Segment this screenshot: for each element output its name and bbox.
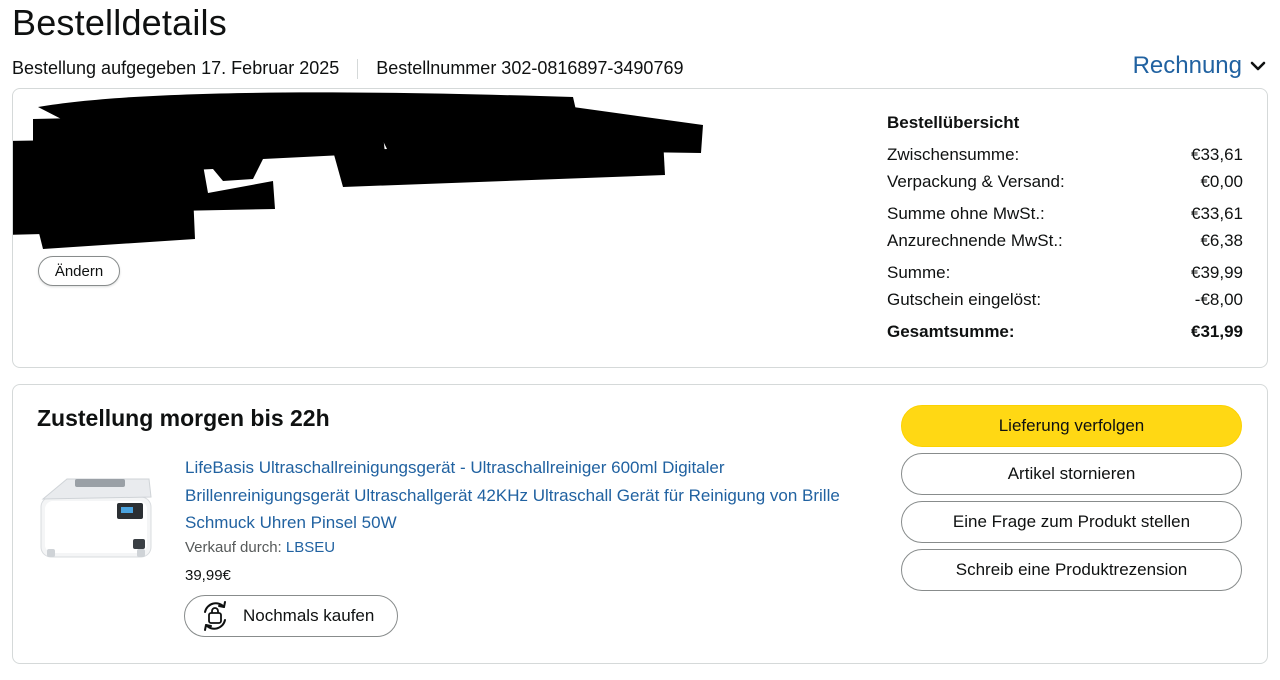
product-price: 39,99€ (185, 567, 231, 584)
summary-value: €6,38 (1200, 231, 1243, 250)
write-review-button[interactable]: Schreib eine Produktrezension (901, 549, 1242, 591)
buy-again-label: Nochmals kaufen (243, 606, 375, 625)
summary-value: €33,61 (1191, 204, 1243, 223)
summary-label: Gutschein eingelöst: (887, 290, 1042, 309)
buy-again-button[interactable]: Nochmals kaufen (184, 595, 398, 637)
summary-label: Summe ohne MwSt.: (887, 204, 1045, 223)
summary-label: Zwischensumme: (887, 145, 1020, 164)
order-number: Bestellnummer 302-0816897-3490769 (376, 58, 684, 78)
summary-row-vat: Anzurechnende MwSt.: €6,38 (887, 227, 1243, 254)
summary-row-grand-total: Gesamtsumme: €31,99 (887, 318, 1243, 345)
shipment-card: Zustellung morgen bis 22h LifeBasis Ultr… (12, 384, 1268, 664)
summary-row-net: Summe ohne MwSt.: €33,61 (887, 200, 1243, 227)
summary-label: Summe: (887, 263, 951, 282)
summary-row-sum: Summe: €39,99 (887, 259, 1243, 286)
seller-link[interactable]: LBSEU (286, 539, 335, 556)
summary-value: €33,61 (1191, 145, 1243, 164)
summary-value: €39,99 (1191, 263, 1243, 282)
summary-row-shipping: Verpackung & Versand: €0,00 (887, 168, 1243, 195)
summary-value: -€8,00 (1194, 290, 1243, 309)
summary-value: €0,00 (1200, 172, 1243, 191)
seller-prefix: Verkauf durch: (185, 539, 286, 556)
chevron-down-icon (1250, 61, 1266, 71)
change-address-button[interactable]: Ändern (38, 256, 120, 286)
summary-value: €31,99 (1191, 322, 1243, 341)
invoice-label: Rechnung (1132, 52, 1242, 79)
summary-label: Verpackung & Versand: (887, 172, 1065, 191)
product-image[interactable] (37, 471, 155, 561)
page-title: Bestelldetails (12, 2, 227, 43)
ask-question-button[interactable]: Eine Frage zum Produkt stellen (901, 501, 1242, 543)
summary-row-subtotal: Zwischensumme: €33,61 (887, 141, 1243, 168)
invoice-dropdown[interactable]: Rechnung (1133, 52, 1266, 80)
order-date: Bestellung aufgegeben 17. Februar 2025 (12, 58, 340, 78)
buy-again-icon (197, 598, 233, 634)
order-info-card: Ändern Bestellübersicht Zwischensumme: €… (12, 88, 1268, 368)
delivery-status: Zustellung morgen bis 22h (37, 405, 330, 431)
summary-label: Anzurechnende MwSt.: (887, 231, 1063, 250)
order-summary: Bestellübersicht Zwischensumme: €33,61 V… (887, 111, 1243, 345)
summary-title: Bestellübersicht (887, 113, 1020, 132)
seller-info: Verkauf durch: LBSEU (185, 539, 335, 556)
order-meta: Bestellung aufgegeben 17. Februar 2025 B… (12, 58, 683, 79)
product-title-link[interactable]: LifeBasis Ultraschallreinigungsgerät - U… (185, 454, 875, 537)
redaction-scribble (13, 92, 703, 249)
summary-label: Gesamtsumme: (887, 322, 1015, 341)
summary-row-coupon: Gutschein eingelöst: -€8,00 (887, 286, 1243, 313)
track-delivery-button[interactable]: Lieferung verfolgen (901, 405, 1242, 447)
cancel-item-button[interactable]: Artikel stornieren (901, 453, 1242, 495)
meta-divider (357, 58, 359, 79)
